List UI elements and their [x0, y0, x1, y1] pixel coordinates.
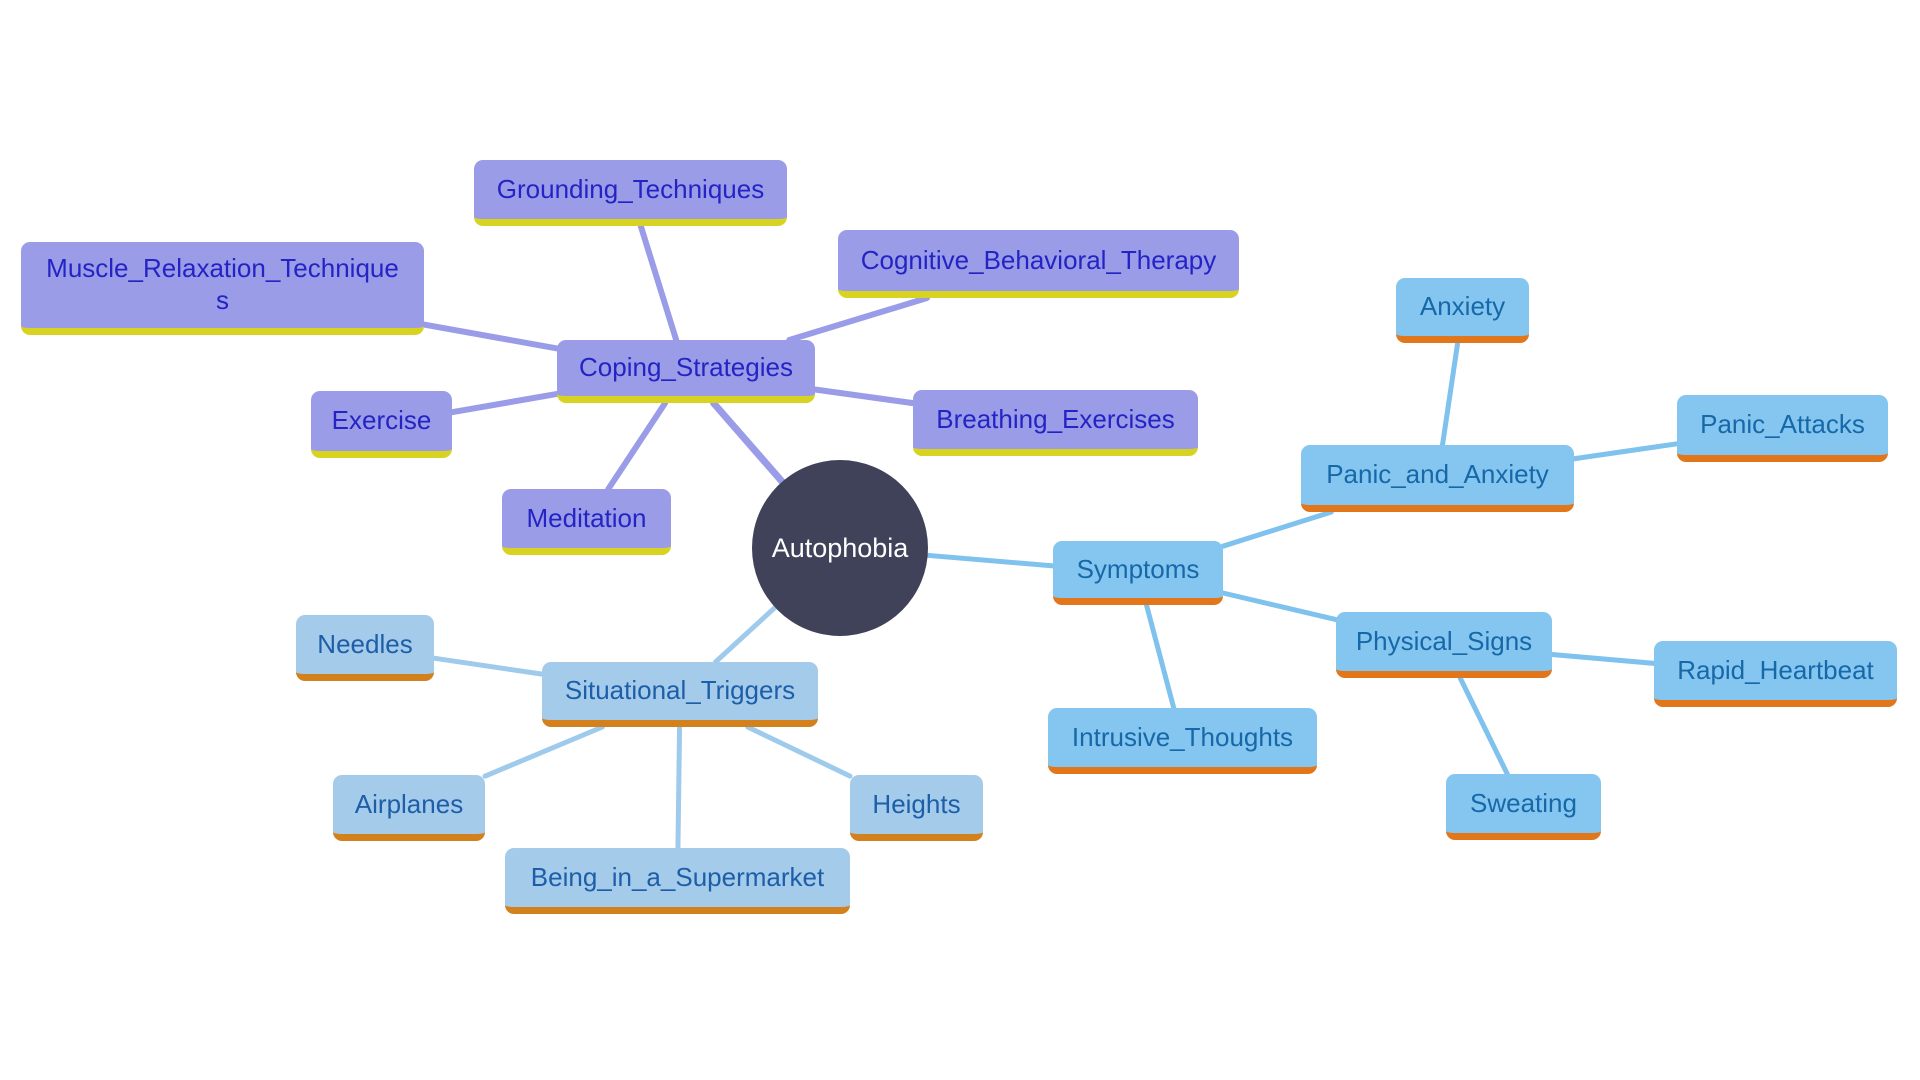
- node-sweating[interactable]: Sweating: [1446, 774, 1601, 840]
- edge-coping_strategies-to-muscle_relaxation_techniques: [421, 321, 560, 352]
- node-heights[interactable]: Heights: [850, 775, 983, 841]
- edge-coping_strategies-to-exercise: [449, 390, 560, 416]
- node-label: Panic_and_Anxiety: [1326, 459, 1549, 490]
- node-label: Situational_Triggers: [564, 675, 796, 706]
- node-label: Anxiety: [1419, 291, 1506, 322]
- edge-physical_signs-to-sweating: [1457, 675, 1510, 777]
- node-panic_and_anxiety[interactable]: Panic_and_Anxiety: [1301, 445, 1574, 512]
- node-label: Meditation: [526, 502, 647, 533]
- node-anxiety[interactable]: Anxiety: [1396, 278, 1529, 343]
- node-muscle_relaxation_techniques[interactable]: Muscle_Relaxation_Technique s: [21, 242, 424, 335]
- node-needles[interactable]: Needles: [296, 615, 434, 681]
- node-being_in_a_supermarket[interactable]: Being_in_a_Supermarket: [505, 848, 850, 914]
- node-label: Intrusive_Thoughts: [1071, 721, 1294, 752]
- node-rapid_heartbeat[interactable]: Rapid_Heartbeat: [1654, 641, 1897, 707]
- edge-layer: [421, 223, 1680, 851]
- node-label: Coping_Strategies: [579, 352, 793, 383]
- node-coping_strategies[interactable]: Coping_Strategies: [557, 340, 815, 403]
- node-label: Physical_Signs: [1355, 625, 1533, 656]
- node-label: Exercise: [331, 405, 432, 436]
- node-label: Heights: [872, 788, 961, 819]
- node-label: Sweating: [1470, 787, 1577, 818]
- node-symptoms[interactable]: Symptoms: [1053, 541, 1223, 605]
- node-autophobia[interactable]: Autophobia: [752, 460, 928, 636]
- node-cognitive_behavioral_therapy[interactable]: Cognitive_Behavioral_Therapy: [838, 230, 1239, 298]
- node-grounding_techniques[interactable]: Grounding_Techniques: [474, 160, 787, 226]
- edge-situational_triggers-to-needles: [431, 655, 545, 677]
- node-meditation[interactable]: Meditation: [502, 489, 671, 555]
- node-panic_attacks[interactable]: Panic_Attacks: [1677, 395, 1888, 462]
- edge-coping_strategies-to-meditation: [605, 400, 669, 492]
- edge-symptoms-to-panic_and_anxiety: [1220, 509, 1334, 549]
- edge-autophobia-to-situational_triggers: [712, 603, 780, 665]
- node-label: Cognitive_Behavioral_Therapy: [860, 244, 1217, 275]
- mindmap-canvas: Autophobia Coping_Strategies Grounding_Tec…: [0, 0, 1920, 1080]
- node-label: Being_in_a_Supermarket: [530, 861, 825, 892]
- node-label: Panic_Attacks: [1700, 409, 1865, 440]
- node-intrusive_thoughts[interactable]: Intrusive_Thoughts: [1048, 708, 1317, 774]
- node-label: Rapid_Heartbeat: [1677, 654, 1874, 685]
- node-physical_signs[interactable]: Physical_Signs: [1336, 612, 1552, 678]
- edge-autophobia-to-symptoms: [923, 552, 1056, 569]
- edge-symptoms-to-intrusive_thoughts: [1143, 602, 1177, 711]
- edge-panic_and_anxiety-to-panic_attacks: [1571, 441, 1680, 462]
- node-label: Grounding_Techniques: [496, 173, 765, 204]
- edge-symptoms-to-physical_signs: [1220, 590, 1339, 623]
- node-airplanes[interactable]: Airplanes: [333, 775, 485, 841]
- node-label: Muscle_Relaxation_Technique s: [46, 253, 399, 315]
- edge-autophobia-to-coping_strategies: [709, 399, 787, 487]
- edge-coping_strategies-to-breathing_exercises: [812, 386, 916, 407]
- node-breathing_exercises[interactable]: Breathing_Exercises: [913, 390, 1198, 456]
- edge-coping_strategies-to-grounding_techniques: [637, 223, 680, 343]
- node-label: Airplanes: [354, 788, 464, 819]
- node-label: Symptoms: [1076, 553, 1200, 584]
- node-label: Needles: [317, 628, 413, 659]
- node-label: Autophobia: [771, 532, 909, 563]
- edge-physical_signs-to-rapid_heartbeat: [1549, 651, 1657, 666]
- node-situational_triggers[interactable]: Situational_Triggers: [542, 662, 818, 727]
- edge-panic_and_anxiety-to-anxiety: [1439, 340, 1461, 448]
- edge-situational_triggers-to-being_in_a_supermarket: [675, 724, 683, 851]
- node-exercise[interactable]: Exercise: [311, 391, 452, 458]
- edge-situational_triggers-to-heights: [745, 724, 853, 779]
- edge-coping_strategies-to-cognitive_behavioral_therapy: [786, 295, 931, 343]
- edge-situational_triggers-to-airplanes: [482, 724, 605, 779]
- node-label: Breathing_Exercises: [936, 403, 1175, 434]
